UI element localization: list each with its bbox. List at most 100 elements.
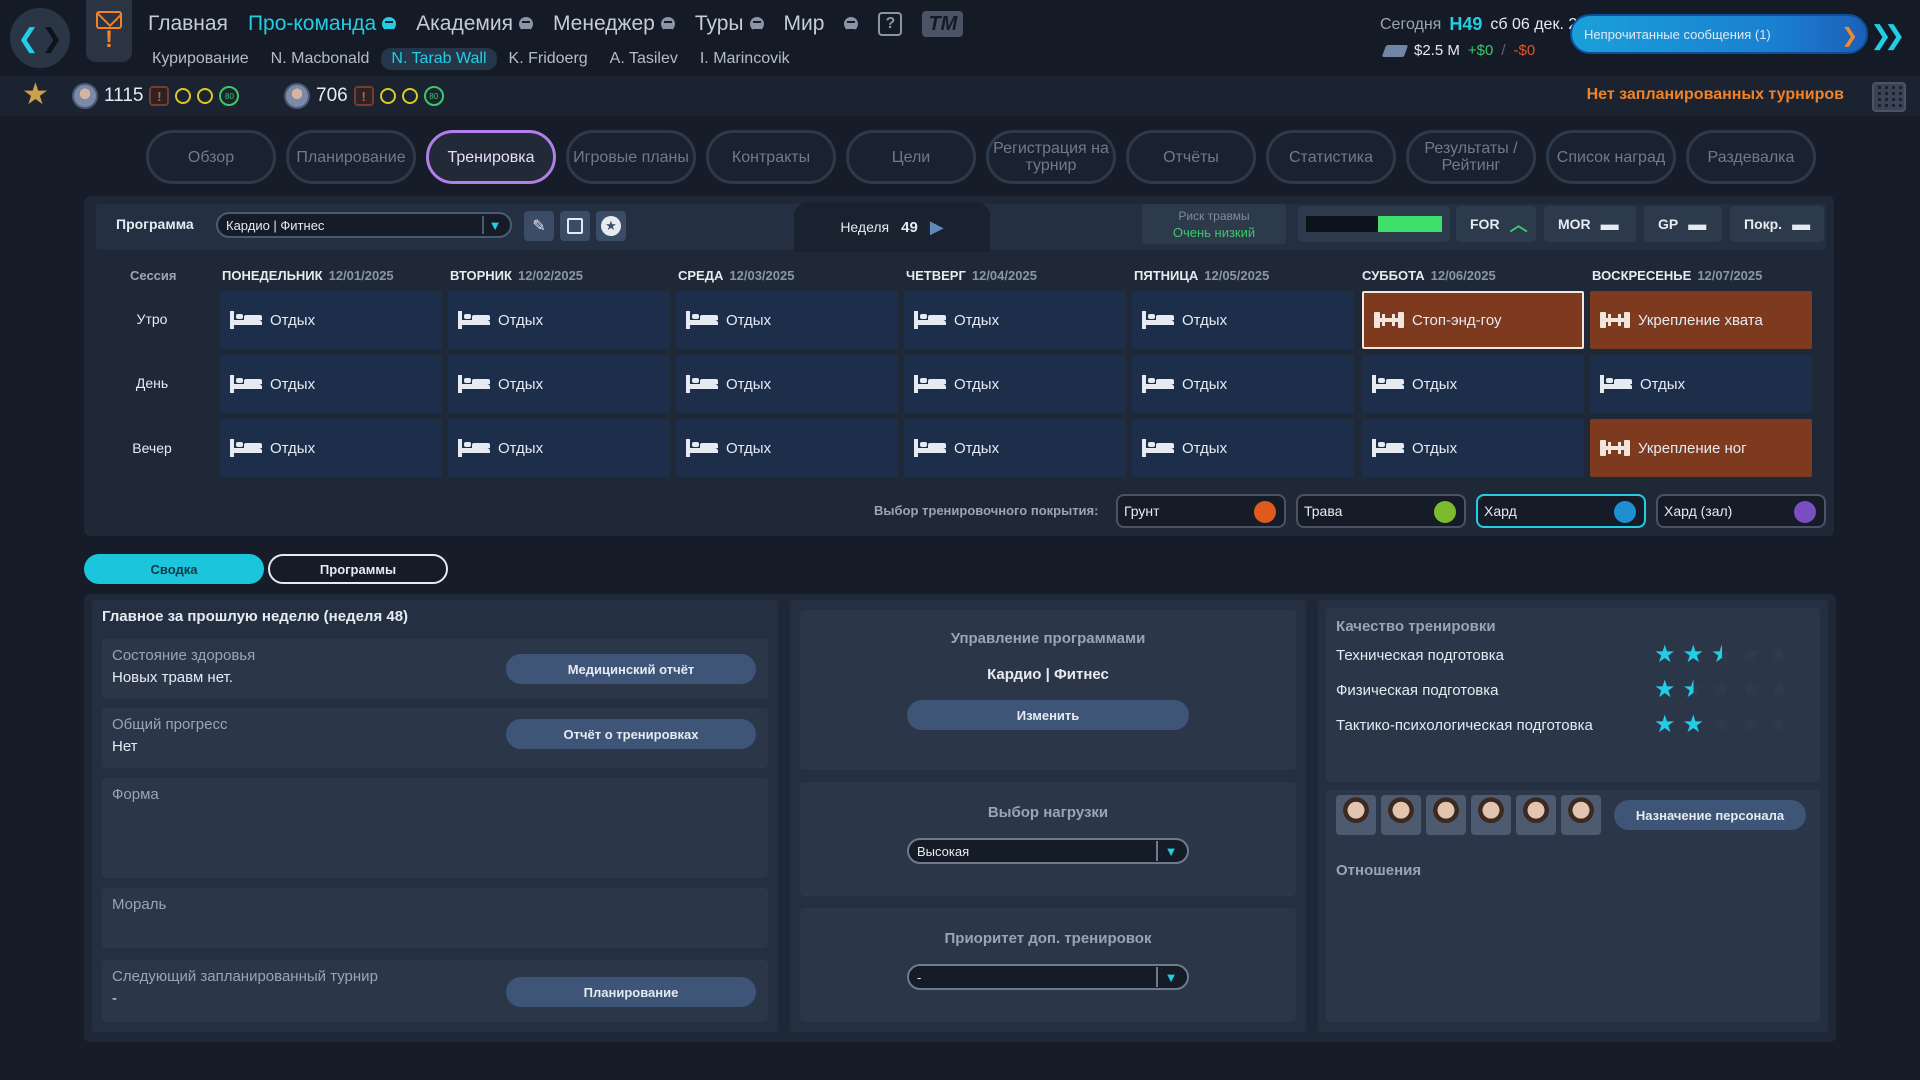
staff-assignment-button[interactable]: Назначение персонала — [1614, 800, 1806, 830]
no-tournaments-notice: Нет запланированных турниров — [1586, 86, 1844, 103]
session-label-morning: Утро — [136, 311, 168, 327]
unread-messages-button[interactable]: Непрочитанные сообщения (1) ❯ — [1570, 14, 1868, 54]
tab-overview[interactable]: Обзор — [146, 130, 276, 184]
day-header: ВОСКРЕСЕНЬЕ 12/07/2025 — [1592, 268, 1763, 283]
nav-academy[interactable]: Академия — [416, 12, 533, 36]
tab-reports[interactable]: Отчёты — [1126, 130, 1256, 184]
tab-tournament-registration[interactable]: Регистрация на турнир — [986, 130, 1116, 184]
nav-world[interactable]: Мир — [784, 12, 825, 36]
week-number: Н49 — [1449, 14, 1483, 34]
avatar — [284, 83, 310, 109]
back-arrow-icon[interactable]: ❮ — [17, 25, 39, 51]
tab-game-plans[interactable]: Игровые планы — [566, 130, 696, 184]
nav-pro-team[interactable]: Про-команда — [248, 12, 397, 36]
health-label: Состояние здоровья — [112, 647, 256, 664]
training-cell[interactable]: Отдых — [1362, 419, 1584, 477]
staff-avatar[interactable] — [1336, 795, 1376, 835]
forward-arrow-icon[interactable]: ❯ — [41, 25, 63, 51]
tm-logo[interactable]: TM — [922, 11, 964, 37]
subnav-player-1[interactable]: N. Macbonald — [271, 50, 370, 68]
priority-select[interactable]: - ▼ — [907, 964, 1189, 990]
save-button[interactable] — [560, 211, 590, 241]
bed-icon — [1142, 311, 1174, 329]
medical-report-button[interactable]: Медицинский отчёт — [506, 654, 756, 684]
calendar-icon[interactable] — [1872, 82, 1906, 112]
training-cell[interactable]: Отдых — [220, 291, 442, 349]
mail-button[interactable]: ! — [86, 0, 132, 62]
tab-programs[interactable]: Программы — [268, 554, 448, 584]
star-empty-icon: ★ — [1711, 676, 1733, 703]
star-icon[interactable]: ★ — [22, 80, 49, 110]
training-cell[interactable]: Отдых — [1132, 291, 1354, 349]
training-cell[interactable]: Укрепление ног — [1590, 419, 1812, 477]
subnav-player-5[interactable]: I. Marincovik — [700, 50, 790, 68]
day-header: ВТОРНИК 12/02/2025 — [450, 268, 584, 283]
tab-locker-room[interactable]: Раздевалка — [1686, 130, 1816, 184]
staff-avatar[interactable] — [1516, 795, 1556, 835]
team-status-2[interactable]: 706 ! 80 — [284, 81, 444, 111]
training-cell[interactable]: Отдых — [1132, 419, 1354, 477]
nav-manager[interactable]: Менеджер — [553, 12, 675, 36]
nav-tours[interactable]: Туры — [695, 12, 764, 36]
training-cell[interactable]: Отдых — [676, 291, 898, 349]
staff-avatar[interactable] — [1426, 795, 1466, 835]
surface-grass[interactable]: Трава — [1296, 494, 1466, 528]
surface-clay[interactable]: Грунт — [1116, 494, 1286, 528]
training-cell[interactable]: Отдых — [1132, 355, 1354, 413]
training-cell[interactable]: Отдых — [676, 419, 898, 477]
dash-icon: ▬ — [1600, 213, 1619, 234]
tab-results-ranking[interactable]: Результаты / Рейтинг — [1406, 130, 1536, 184]
play-right-icon[interactable]: ▶ — [930, 217, 944, 238]
surface-hard[interactable]: Хард — [1476, 494, 1646, 528]
training-report-button[interactable]: Отчёт о тренировках — [506, 719, 756, 749]
nav-arrows[interactable]: ❮ ❯ — [10, 8, 70, 68]
smile-icon — [379, 88, 396, 104]
metric-label: MOR — [1558, 216, 1591, 232]
tab-summary[interactable]: Сводка — [84, 554, 264, 584]
menu-icon[interactable] — [844, 17, 859, 31]
training-cell[interactable]: Стоп-энд-гоу — [1362, 291, 1584, 349]
tab-goals[interactable]: Цели — [846, 130, 976, 184]
subnav-player-2[interactable]: N. Tarab Wall — [381, 48, 497, 70]
tab-contracts[interactable]: Контракты — [706, 130, 836, 184]
training-cell[interactable]: Отдых — [448, 355, 670, 413]
training-cell[interactable]: Отдых — [448, 419, 670, 477]
tab-statistics[interactable]: Статистика — [1266, 130, 1396, 184]
help-button[interactable]: ? — [878, 12, 903, 36]
training-cell[interactable]: Отдых — [220, 355, 442, 413]
subnav-player-3[interactable]: K. Fridoerg — [509, 50, 588, 68]
star-full-icon: ★ — [1682, 711, 1705, 738]
surface-indoor-hard[interactable]: Хард (зал) — [1656, 494, 1826, 528]
dumbbell-icon — [1600, 310, 1630, 330]
training-cell[interactable]: Отдых — [904, 419, 1126, 477]
edit-button[interactable]: ✎ — [524, 211, 554, 241]
training-cell[interactable]: Отдых — [448, 291, 670, 349]
load-select[interactable]: Высокая ▼ — [907, 838, 1189, 864]
favorite-button[interactable]: ★ — [596, 211, 626, 241]
training-cell[interactable]: Отдых — [1590, 355, 1812, 413]
session-label-day: День — [135, 375, 169, 391]
fast-forward-icon[interactable]: ❯❯ — [1870, 20, 1905, 51]
training-cell[interactable]: Отдых — [904, 291, 1126, 349]
bed-icon — [458, 439, 490, 457]
change-program-button[interactable]: Изменить — [907, 700, 1189, 730]
staff-avatar[interactable] — [1561, 795, 1601, 835]
planning-button[interactable]: Планирование — [506, 977, 756, 1007]
training-cell[interactable]: Отдых — [1362, 355, 1584, 413]
program-select[interactable]: Кардио | Фитнес ▼ — [216, 212, 512, 238]
program-manage-box: Управление программами Кардио | Фитнес — [800, 610, 1296, 770]
staff-avatar[interactable] — [1381, 795, 1421, 835]
tab-planning[interactable]: Планирование — [286, 130, 416, 184]
subnav-player-4[interactable]: A. Tasilev — [610, 50, 678, 68]
training-cell[interactable]: Укрепление хвата — [1590, 291, 1812, 349]
quality-technical: Техническая подготовка — [1336, 647, 1504, 664]
tab-awards[interactable]: Список наград — [1546, 130, 1676, 184]
training-cell[interactable]: Отдых — [220, 419, 442, 477]
subnav-curation[interactable]: Курирование — [152, 50, 249, 68]
tab-training[interactable]: Тренировка — [426, 130, 556, 184]
staff-avatar[interactable] — [1471, 795, 1511, 835]
team-status-1[interactable]: 1115 ! 80 — [72, 81, 240, 111]
training-cell[interactable]: Отдых — [676, 355, 898, 413]
training-cell[interactable]: Отдых — [904, 355, 1126, 413]
nav-home[interactable]: Главная — [148, 12, 228, 36]
